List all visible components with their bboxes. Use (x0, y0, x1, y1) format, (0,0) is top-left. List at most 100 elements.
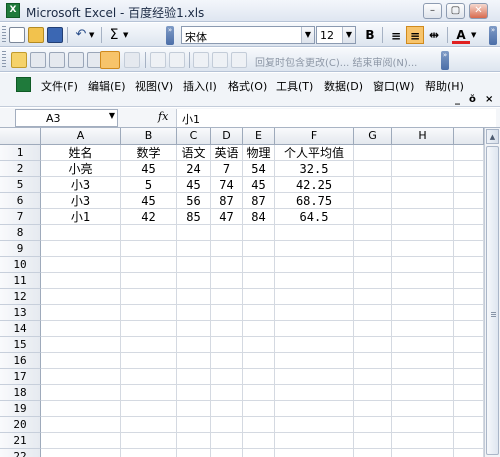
sheet-cell[interactable]: 物理 (243, 145, 275, 161)
merge-center-icon[interactable]: ⇹ (425, 26, 443, 44)
sheet-cell[interactable] (392, 337, 454, 353)
font-size-dropdown[interactable]: 12 ▼ (316, 26, 356, 44)
sheet-cell[interactable] (41, 353, 121, 369)
sheet-cell[interactable] (121, 257, 177, 273)
menu-edit[interactable]: 编辑(E) (88, 78, 126, 94)
row-header[interactable]: 18 (0, 385, 41, 401)
sheet-cell[interactable] (454, 433, 484, 449)
sheet-cell[interactable] (121, 385, 177, 401)
sheet-cell[interactable] (275, 353, 354, 369)
open-folder-icon[interactable] (28, 27, 44, 43)
sheet-cell[interactable]: 32.5 (275, 161, 354, 177)
sheet-cell[interactable] (454, 193, 484, 209)
sheet-cell[interactable] (177, 225, 211, 241)
sheet-cell[interactable] (354, 177, 392, 193)
sheet-cell[interactable] (121, 337, 177, 353)
row-header[interactable]: 15 (0, 337, 41, 353)
menu-data[interactable]: 数据(D) (324, 78, 363, 94)
sheet-cell[interactable]: 个人平均值 (275, 145, 354, 161)
sheet-cell[interactable] (275, 305, 354, 321)
sheet-cell[interactable] (275, 401, 354, 417)
row-header[interactable]: 9 (0, 241, 41, 257)
scroll-up-arrow-icon[interactable]: ▲ (486, 129, 499, 144)
align-left-icon[interactable]: ≡ (387, 26, 405, 44)
sheet-cell[interactable] (177, 369, 211, 385)
autosum-button[interactable]: Σ (106, 27, 122, 43)
sheet-cell[interactable] (243, 401, 275, 417)
sheet-cell[interactable] (121, 369, 177, 385)
comment-icon[interactable] (49, 52, 65, 68)
sheet-cell[interactable] (275, 289, 354, 305)
accept-icon[interactable] (193, 52, 209, 68)
column-header[interactable]: H (392, 128, 454, 145)
sheet-cell[interactable] (41, 225, 121, 241)
toolbar-grip[interactable] (2, 51, 6, 69)
sheet-cell[interactable] (243, 433, 275, 449)
sheet-cell[interactable]: 英语 (211, 145, 243, 161)
sheet-cell[interactable]: 85 (177, 209, 211, 225)
comment-icon[interactable] (68, 52, 84, 68)
autosum-dropdown-icon[interactable]: ▼ (123, 27, 131, 43)
sheet-cell[interactable] (121, 401, 177, 417)
sheet-cell[interactable] (211, 417, 243, 433)
track-changes-icon[interactable] (100, 51, 120, 69)
sheet-cell[interactable] (354, 145, 392, 161)
undo-icon[interactable]: ↶ (73, 27, 89, 43)
sheet-cell[interactable] (392, 433, 454, 449)
sheet-cell[interactable]: 语文 (177, 145, 211, 161)
highlight-icon[interactable] (124, 52, 140, 68)
sheet-cell[interactable] (454, 385, 484, 401)
toolbar-overflow-chevron[interactable]: » (166, 26, 174, 45)
column-header[interactable]: E (243, 128, 275, 145)
sheet-cell[interactable]: 5 (121, 177, 177, 193)
sheet-cell[interactable] (121, 449, 177, 457)
row-header[interactable]: 14 (0, 321, 41, 337)
sheet-cell[interactable] (41, 417, 121, 433)
sheet-cell[interactable] (354, 161, 392, 177)
save-icon[interactable] (47, 27, 63, 43)
sheet-cell[interactable] (392, 321, 454, 337)
row-header[interactable]: 7 (0, 209, 41, 225)
sheet-cell[interactable]: 45 (177, 177, 211, 193)
menu-insert[interactable]: 插入(I) (183, 78, 217, 94)
sheet-cell[interactable] (454, 337, 484, 353)
menu-view[interactable]: 视图(V) (135, 78, 173, 94)
reply-icon[interactable] (30, 52, 46, 68)
sheet-cell[interactable] (454, 241, 484, 257)
cancel-icon[interactable] (150, 52, 166, 68)
chevron-down-icon[interactable]: ▼ (342, 27, 355, 43)
sheet-cell[interactable] (211, 289, 243, 305)
sheet-cell[interactable] (275, 337, 354, 353)
sheet-cell[interactable] (392, 289, 454, 305)
sheet-cell[interactable]: 小1 (41, 209, 121, 225)
workbook-minimize-button[interactable]: _ (455, 94, 460, 105)
sheet-cell[interactable] (275, 257, 354, 273)
sheet-cell[interactable]: 54 (243, 161, 275, 177)
sheet-cell[interactable] (392, 353, 454, 369)
row-header[interactable]: 17 (0, 369, 41, 385)
sheet-cell[interactable] (211, 369, 243, 385)
sheet-cell[interactable] (121, 417, 177, 433)
workbook-menu-icon[interactable] (16, 77, 31, 92)
row-header[interactable]: 10 (0, 257, 41, 273)
reject-icon[interactable] (212, 52, 228, 68)
new-document-icon[interactable] (9, 27, 25, 43)
sheet-cell[interactable] (211, 401, 243, 417)
sheet-cell[interactable] (454, 161, 484, 177)
sheet-cell[interactable]: 64.5 (275, 209, 354, 225)
sheet-cell[interactable] (177, 401, 211, 417)
sheet-cell[interactable] (275, 417, 354, 433)
row-header[interactable]: 19 (0, 401, 41, 417)
sheet-cell[interactable] (41, 385, 121, 401)
sheet-cell[interactable] (177, 273, 211, 289)
sheet-cell[interactable] (454, 401, 484, 417)
chevron-down-icon[interactable]: ▼ (109, 111, 115, 120)
align-center-icon[interactable]: ≡ (406, 26, 424, 44)
sheet-cell[interactable] (454, 225, 484, 241)
font-name-dropdown[interactable]: 宋体 ▼ (181, 26, 315, 44)
sheet-cell[interactable] (211, 337, 243, 353)
sheet-cell[interactable] (121, 273, 177, 289)
sheet-cell[interactable] (454, 449, 484, 457)
row-header[interactable]: 6 (0, 193, 41, 209)
sheet-cell[interactable] (392, 449, 454, 457)
